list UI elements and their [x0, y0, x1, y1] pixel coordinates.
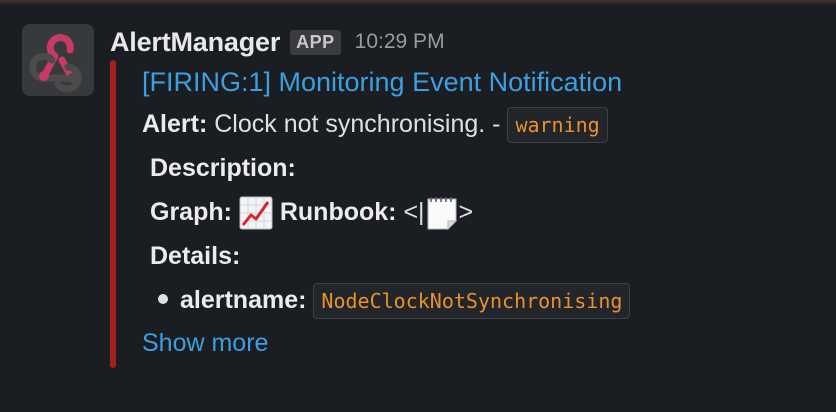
description-line: Description: — [142, 146, 822, 190]
sender-name[interactable]: AlertManager — [110, 27, 280, 58]
top-divider-accent — [0, 0, 836, 2]
attachment-color-bar — [110, 60, 116, 368]
app-badge: APP — [290, 29, 341, 55]
attachment-title-link[interactable]: [FIRING:1] Monitoring Event Notification — [142, 62, 822, 102]
detail-value-code: NodeClockNotSynchronising — [313, 283, 631, 320]
chart-increasing-icon[interactable] — [239, 195, 273, 231]
top-divider — [0, 0, 836, 4]
timestamp[interactable]: 10:29 PM — [355, 30, 445, 54]
avatar[interactable] — [22, 24, 94, 96]
severity-code: warning — [507, 107, 608, 144]
graph-runbook-line: Graph: Runbook: <| > — [142, 190, 822, 234]
bullet-icon — [158, 294, 168, 305]
show-more-link[interactable]: Show more — [142, 324, 268, 362]
details-list-item: alertname: NodeClockNotSynchronising — [142, 278, 822, 322]
detail-key: alertname: — [180, 286, 307, 314]
message-header: AlertManager APP 10:29 PM — [110, 22, 445, 62]
details-label: Details: — [150, 242, 241, 270]
alert-line: Alert: Clock not synchronising. - warnin… — [142, 102, 822, 146]
description-label: Description: — [150, 154, 296, 182]
webhook-icon — [29, 34, 82, 93]
alert-text: Clock not synchronising. - — [214, 110, 501, 138]
notepad-icon[interactable] — [425, 195, 459, 231]
details-line: Details: — [142, 234, 822, 278]
alert-label: Alert: — [142, 110, 208, 138]
runbook-open: <| — [403, 198, 425, 226]
graph-label: Graph: — [150, 198, 232, 226]
attachment: [FIRING:1] Monitoring Event Notification… — [142, 62, 822, 362]
runbook-label: Runbook: — [279, 198, 397, 226]
runbook-close: > — [458, 198, 474, 226]
